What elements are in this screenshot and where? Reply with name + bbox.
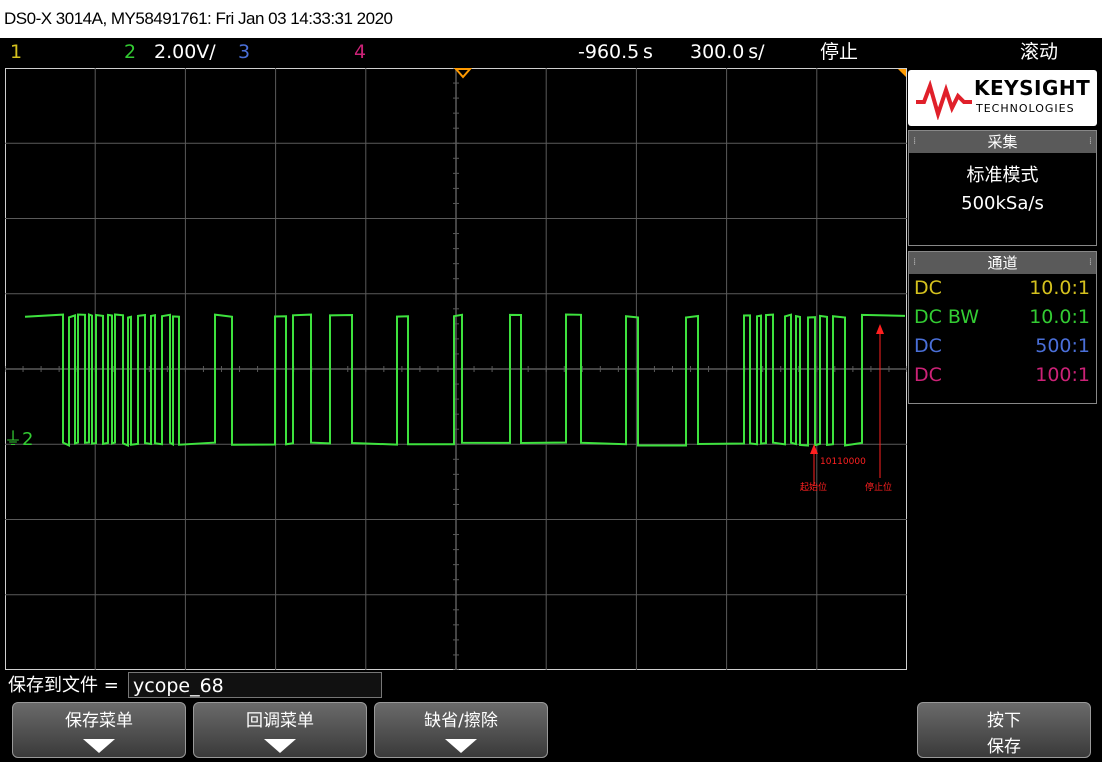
default-erase-label: 缺省/擦除 — [424, 711, 498, 731]
channel-probe-ratio: 500:1 — [1035, 335, 1090, 357]
channel-row-4[interactable]: DC 100:1 — [909, 361, 1096, 390]
channel-header: ⁞ 通道 ⁞ — [909, 252, 1096, 274]
ground-label: 2 — [22, 429, 34, 450]
ch3-indicator[interactable]: 3 — [238, 38, 250, 66]
ch2-indicator[interactable]: 2 — [124, 38, 136, 66]
time-scale: 300.0 s/ — [690, 41, 765, 63]
annotation-stop: 停止位 — [865, 481, 892, 493]
status-bar: 1 2 2.00V/ 3 4 -960.5 s 300.0 s/ 停止 滚动 — [0, 38, 1102, 66]
press-to-save-button[interactable]: 按下 保存 — [917, 702, 1091, 758]
default-erase-button[interactable]: 缺省/擦除 — [374, 702, 548, 758]
grip-icon: ⁞ — [913, 136, 917, 147]
save-file-label: 保存到文件 = — [8, 675, 119, 696]
ch4-indicator[interactable]: 4 — [354, 38, 366, 66]
acquisition-panel[interactable]: ⁞ 采集 ⁞ 标准模式 500kSa/s — [908, 130, 1097, 246]
save-menu-button[interactable]: 保存菜单 — [12, 702, 186, 758]
save-label: 保存 — [987, 737, 1021, 757]
brand-name: KEYSIGHT — [974, 76, 1091, 100]
channel-probe-ratio: 10.0:1 — [1029, 277, 1090, 299]
recall-menu-button[interactable]: 回调菜单 — [193, 702, 367, 758]
press-label: 按下 — [987, 711, 1021, 731]
ch1-indicator[interactable]: 1 — [10, 38, 22, 66]
grip-icon: ⁞ — [1088, 257, 1092, 268]
time-offset: -960.5 s — [578, 41, 653, 63]
sample-rate: 500kSa/s — [961, 193, 1044, 214]
channel-panel[interactable]: ⁞ 通道 ⁞ DC 10.0:1 DC BW 10.0:1 DC 500:1 DC 100:1 — [908, 251, 1097, 404]
channel-header-label: 通道 — [987, 254, 1018, 272]
channel-list: DC 10.0:1 DC BW 10.0:1 DC 500:1 DC 100:1 — [909, 274, 1096, 390]
channel-row-3[interactable]: DC 500:1 — [909, 332, 1096, 361]
run-state: 停止 — [820, 41, 859, 63]
acquisition-header: ⁞ 采集 ⁞ — [909, 131, 1096, 153]
keysight-logo: KEYSIGHT TECHNOLOGIES — [908, 70, 1097, 126]
channel-coupling: DC — [914, 277, 942, 299]
save-menu-label: 保存菜单 — [65, 711, 133, 731]
trigger-mode: 滚动 — [1020, 41, 1059, 63]
acquisition-mode: 标准模式 — [966, 165, 1039, 186]
file-name-field[interactable]: ycope_68 — [128, 672, 382, 698]
channel-probe-ratio: 10.0:1 — [1029, 306, 1090, 328]
down-arrow-icon — [83, 739, 115, 753]
acquisition-header-label: 采集 — [987, 133, 1018, 151]
ch2-ground-marker[interactable]: ⏚2 — [4, 430, 33, 450]
grip-icon: ⁞ — [1088, 136, 1092, 147]
waveform-display: 10110000 起始位 停止位 — [5, 68, 907, 670]
channel-row-2[interactable]: DC BW 10.0:1 — [909, 303, 1096, 332]
channel-coupling: DC — [914, 364, 942, 386]
ch2-scale: 2.00V/ — [154, 41, 216, 63]
annotation-bits: 10110000 — [820, 457, 866, 467]
grip-icon: ⁞ — [913, 257, 917, 268]
channel-coupling: DC — [914, 335, 942, 357]
brand-sub: TECHNOLOGIES — [976, 102, 1075, 115]
window-title: DS0-X 3014A, MY58491761: Fri Jan 03 14:3… — [0, 0, 1102, 38]
ground-icon: ⏚ — [4, 429, 22, 450]
down-arrow-icon — [264, 739, 296, 753]
down-arrow-icon — [445, 739, 477, 753]
recall-menu-label: 回调菜单 — [246, 711, 314, 731]
channel-coupling: DC BW — [914, 306, 980, 328]
channel-probe-ratio: 100:1 — [1035, 364, 1090, 386]
annotation-start: 起始位 — [800, 481, 827, 493]
channel-row-1[interactable]: DC 10.0:1 — [909, 274, 1096, 303]
keysight-wave-icon — [916, 80, 972, 120]
